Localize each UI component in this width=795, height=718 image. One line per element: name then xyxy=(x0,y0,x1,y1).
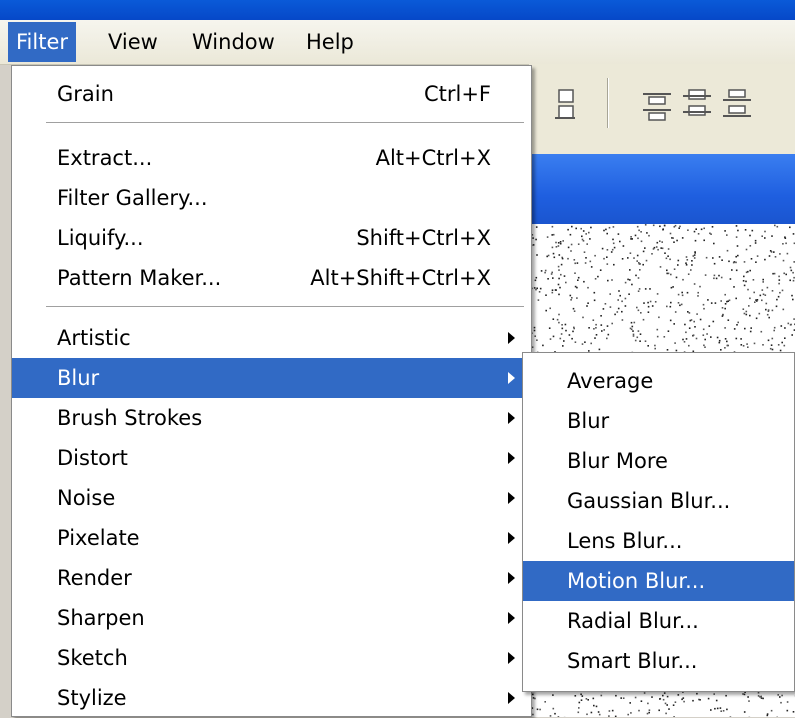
menu-separator xyxy=(46,306,524,308)
submenu-item-label: Radial Blur... xyxy=(567,601,699,641)
menu-item-label: Brush Strokes xyxy=(57,398,202,438)
submenu-item-average[interactable]: Average xyxy=(523,361,794,401)
menu-item-shortcut: Alt+Shift+Ctrl+X xyxy=(310,258,491,298)
document-title-bar xyxy=(529,154,795,224)
menu-help[interactable]: Help xyxy=(298,22,362,62)
submenu-item-radial-blur[interactable]: Radial Blur... xyxy=(523,601,794,641)
submenu-item-label: Average xyxy=(567,361,653,401)
submenu-arrow-icon xyxy=(508,372,515,384)
submenu-item-smart-blur[interactable]: Smart Blur... xyxy=(523,641,794,681)
menu-item-label: Extract... xyxy=(57,138,152,178)
menu-item-label: Stylize xyxy=(57,678,127,718)
submenu-item-blur[interactable]: Blur xyxy=(523,401,794,441)
menu-item-label: Artistic xyxy=(57,318,131,358)
menu-item-label: Sharpen xyxy=(57,598,145,638)
menu-item-label: Pattern Maker... xyxy=(57,258,221,298)
menu-item-pixelate[interactable]: Pixelate xyxy=(12,518,531,558)
submenu-arrow-icon xyxy=(508,692,515,704)
submenu-arrow-icon xyxy=(508,532,515,544)
distribute-center-icon[interactable] xyxy=(679,88,715,122)
menu-window[interactable]: Window xyxy=(184,22,283,62)
menu-item-sharpen[interactable]: Sharpen xyxy=(12,598,531,638)
submenu-item-lens-blur[interactable]: Lens Blur... xyxy=(523,521,794,561)
submenu-item-motion-blur[interactable]: Motion Blur... xyxy=(523,561,794,601)
menu-item-blur[interactable]: Blur xyxy=(12,358,531,398)
submenu-arrow-icon xyxy=(508,452,515,464)
submenu-item-label: Blur More xyxy=(567,441,668,481)
menu-item-noise[interactable]: Noise xyxy=(12,478,531,518)
title-bar-strip xyxy=(0,0,795,20)
menu-separator xyxy=(46,122,524,124)
menu-view[interactable]: View xyxy=(100,22,166,62)
submenu-arrow-icon xyxy=(508,492,515,504)
submenu-arrow-icon xyxy=(508,652,515,664)
distribute-bottom-icon[interactable] xyxy=(719,88,755,122)
submenu-arrow-icon xyxy=(508,572,515,584)
menu-item-label: Liquify... xyxy=(57,218,144,258)
submenu-item-label: Smart Blur... xyxy=(567,641,697,681)
submenu-item-label: Motion Blur... xyxy=(567,561,705,601)
menu-item-label: Grain xyxy=(57,74,114,114)
submenu-item-label: Blur xyxy=(567,401,609,441)
menu-item-liquify[interactable]: Liquify... Shift+Ctrl+X xyxy=(12,218,531,258)
menu-item-brush-strokes[interactable]: Brush Strokes xyxy=(12,398,531,438)
menu-filter[interactable]: Filter xyxy=(8,22,76,62)
submenu-arrow-icon xyxy=(508,332,515,344)
menu-item-label: Filter Gallery... xyxy=(57,178,208,218)
submenu-arrow-icon xyxy=(508,612,515,624)
menu-item-label: Render xyxy=(57,558,132,598)
menu-item-label: Distort xyxy=(57,438,128,478)
menu-item-pattern-maker[interactable]: Pattern Maker... Alt+Shift+Ctrl+X xyxy=(12,258,531,298)
menu-item-artistic[interactable]: Artistic xyxy=(12,318,531,358)
submenu-item-label: Gaussian Blur... xyxy=(567,481,730,521)
filter-menu: Grain Ctrl+F Extract... Alt+Ctrl+X Filte… xyxy=(11,65,532,717)
menu-item-label: Noise xyxy=(57,478,115,518)
align-icon[interactable] xyxy=(551,88,577,122)
menu-item-render[interactable]: Render xyxy=(12,558,531,598)
submenu-arrow-icon xyxy=(508,412,515,424)
submenu-item-gaussian-blur[interactable]: Gaussian Blur... xyxy=(523,481,794,521)
menu-item-filter-gallery[interactable]: Filter Gallery... xyxy=(12,178,531,218)
distribute-top-icon[interactable] xyxy=(639,88,675,122)
menu-item-distort[interactable]: Distort xyxy=(12,438,531,478)
menu-item-shortcut: Ctrl+F xyxy=(424,74,491,114)
menu-item-shortcut: Alt+Ctrl+X xyxy=(376,138,491,178)
toolbar-separator-highlight xyxy=(608,78,609,128)
menu-item-stylize[interactable]: Stylize xyxy=(12,678,531,718)
menu-item-sketch[interactable]: Sketch xyxy=(12,638,531,678)
menu-item-grain[interactable]: Grain Ctrl+F xyxy=(12,74,531,114)
menu-item-label: Sketch xyxy=(57,638,128,678)
menu-item-shortcut: Shift+Ctrl+X xyxy=(356,218,491,258)
blur-submenu: Average Blur Blur More Gaussian Blur... … xyxy=(522,352,795,692)
options-toolbar xyxy=(529,64,795,154)
menu-item-label: Blur xyxy=(57,358,99,398)
submenu-item-blur-more[interactable]: Blur More xyxy=(523,441,794,481)
menu-bar: Filter View Window Help xyxy=(0,20,795,65)
menu-item-label: Pixelate xyxy=(57,518,140,558)
menu-item-extract[interactable]: Extract... Alt+Ctrl+X xyxy=(12,138,531,178)
submenu-item-label: Lens Blur... xyxy=(567,521,682,561)
